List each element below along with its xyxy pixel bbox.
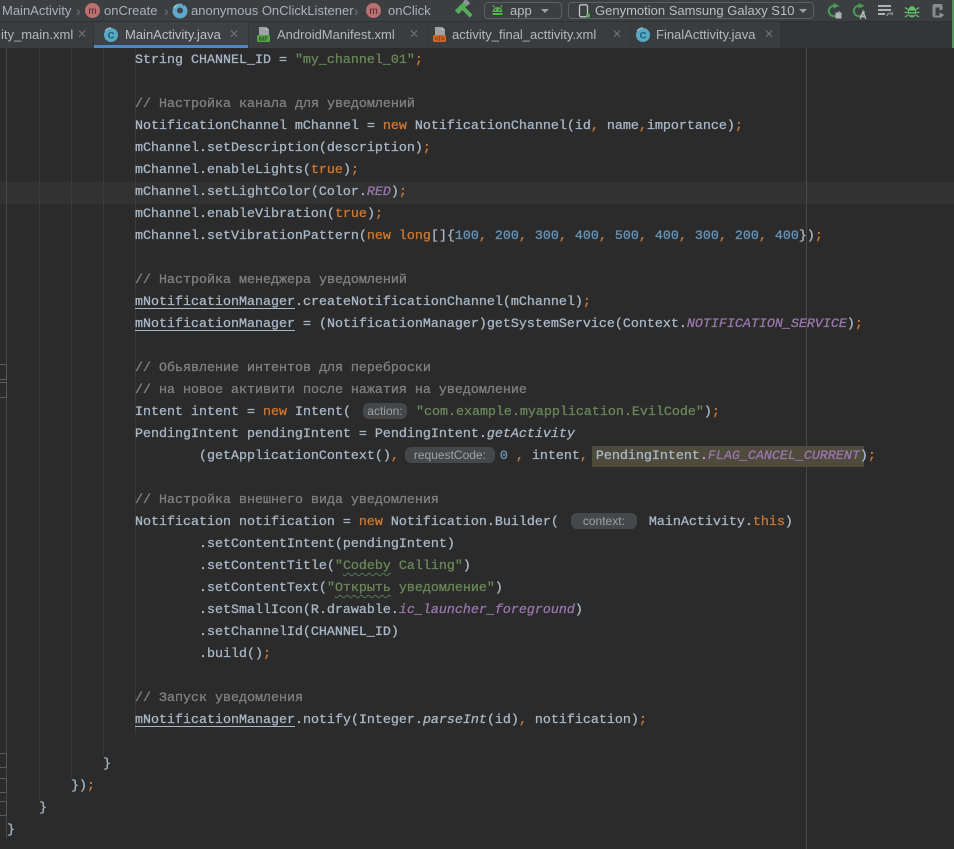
svg-text:C: C xyxy=(108,31,115,42)
svg-text:MF: MF xyxy=(259,36,268,43)
svg-text:C: C xyxy=(640,31,647,42)
svg-text:</>: </> xyxy=(434,36,444,43)
svg-text:m: m xyxy=(369,6,377,17)
svg-text:m: m xyxy=(88,6,96,17)
